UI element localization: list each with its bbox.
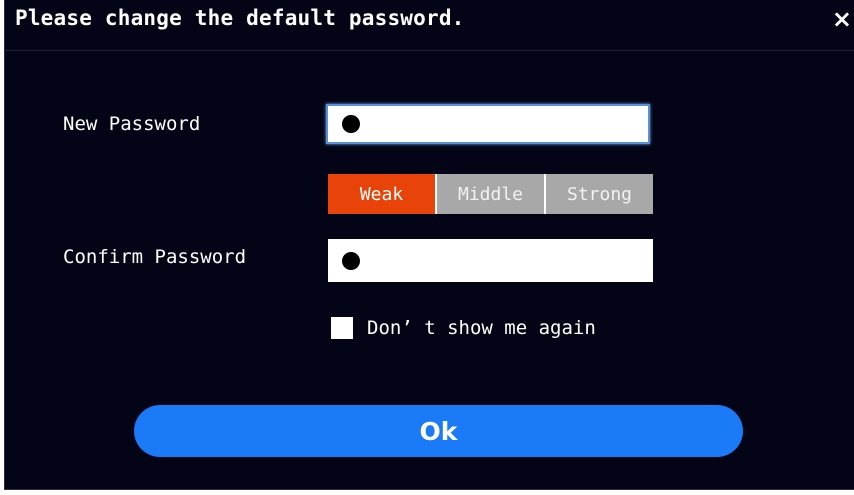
change-password-dialog: Please change the default password. × Ne… [4,0,854,490]
new-password-field[interactable] [326,104,650,144]
confirm-password-field[interactable] [328,239,653,282]
dont-show-label: Don’ t show me again [367,317,596,339]
dont-show-checkbox[interactable] [331,317,353,339]
dialog-title: Please change the default password. [15,6,465,30]
strength-strong: Strong [544,174,653,214]
new-password-label: New Password [63,113,201,135]
strength-middle: Middle [435,174,544,214]
password-dot [342,115,360,133]
confirm-password-label: Confirm Password [63,246,247,268]
ok-button[interactable]: Ok [134,405,743,457]
password-strength-meter: Weak Middle Strong [328,174,653,214]
strength-weak: Weak [328,174,435,214]
close-icon[interactable]: × [832,6,852,32]
title-divider [5,50,854,51]
password-dot [342,251,360,270]
